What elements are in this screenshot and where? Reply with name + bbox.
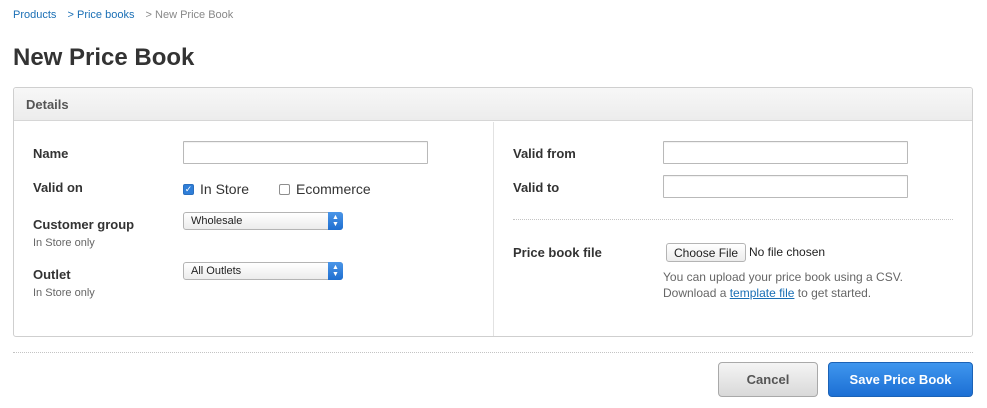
valid-on-label: Valid on: [33, 180, 83, 195]
ecommerce-checkbox[interactable]: [279, 183, 290, 195]
outlet-sublabel: In Store only: [33, 287, 95, 299]
section-divider: [513, 219, 953, 220]
help-line-2: Download a template file to get started.: [663, 285, 903, 301]
valid-from-input[interactable]: [663, 141, 908, 164]
ecommerce-label: Ecommerce: [296, 181, 371, 197]
name-label: Name: [33, 146, 69, 161]
column-divider: [493, 122, 494, 336]
outlet-select[interactable]: All Outlets ▲ ▼: [183, 262, 343, 280]
details-header: Details: [14, 88, 972, 121]
customer-group-value: Wholesale: [191, 215, 243, 227]
in-store-checkbox[interactable]: ✓: [183, 183, 194, 195]
details-panel: Details Name Valid on ✓ In Store Ecommer…: [13, 87, 973, 337]
help-line-1: You can upload your price book using a C…: [663, 270, 903, 284]
help-suffix: to get started.: [797, 286, 872, 300]
template-file-link[interactable]: template file: [730, 286, 795, 300]
customer-group-label: Customer group: [33, 217, 135, 232]
outlet-value: All Outlets: [191, 265, 242, 277]
breadcrumb-separator: >: [67, 9, 74, 21]
outlet-label: Outlet: [33, 267, 71, 282]
name-input[interactable]: [183, 141, 428, 164]
breadcrumb-price-books[interactable]: Price books: [77, 9, 134, 21]
breadcrumb-separator: >: [145, 9, 152, 21]
page-title: New Price Book: [13, 44, 195, 71]
chevron-updown-icon: ▲ ▼: [328, 262, 343, 280]
price-book-file-label: Price book file: [513, 245, 602, 260]
valid-to-label: Valid to: [513, 180, 560, 195]
file-help-text: You can upload your price book using a C…: [663, 269, 903, 301]
cancel-button[interactable]: Cancel: [718, 362, 818, 397]
ecommerce-option[interactable]: Ecommerce: [279, 181, 371, 197]
breadcrumb: Products > Price books > New Price Book: [13, 9, 233, 21]
breadcrumb-current-wrap: > New Price Book: [146, 9, 234, 21]
valid-to-input[interactable]: [663, 175, 908, 198]
in-store-label: In Store: [200, 181, 250, 197]
footer-divider: [13, 352, 973, 353]
customer-group-sublabel: In Store only: [33, 237, 95, 249]
chevron-updown-icon: ▲ ▼: [328, 212, 343, 230]
help-prefix: Download a: [663, 286, 727, 300]
check-icon: ✓: [184, 183, 193, 194]
breadcrumb-products[interactable]: Products: [13, 9, 56, 21]
save-price-book-button[interactable]: Save Price Book: [828, 362, 973, 397]
valid-from-label: Valid from: [513, 146, 576, 161]
choose-file-button[interactable]: Choose File: [666, 243, 747, 262]
customer-group-select[interactable]: Wholesale ▲ ▼: [183, 212, 343, 230]
file-status: No file chosen: [749, 245, 826, 259]
breadcrumb-current: New Price Book: [155, 9, 234, 21]
in-store-option[interactable]: ✓ In Store: [183, 181, 249, 197]
